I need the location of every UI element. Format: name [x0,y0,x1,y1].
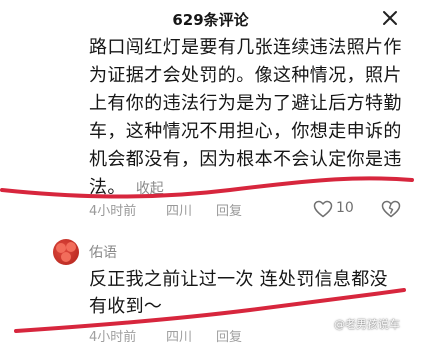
comment-line: 车，这种情况不用担心，你想走申诉的 [89,121,402,142]
comment-line: 机会都没有，因为根本不会认定你是违 [89,149,402,170]
broken-heart-icon [381,200,401,218]
reply-location: 四川 [166,330,193,345]
reply-username[interactable]: 佑语 [89,242,117,262]
reply-reply-button[interactable]: 回复 [216,326,242,345]
reply-button[interactable]: 回复 [216,200,242,219]
dislike-button[interactable] [381,199,401,219]
comment-line: 法。 [89,177,126,198]
comments-count-title: 629条评论 [172,11,249,29]
comment-time: 4小时前 [89,204,137,219]
reply-line: 反正我之前让过一次 连处罚信息都没 [89,269,388,290]
reply-time: 4小时前 [89,330,137,345]
avatar[interactable] [53,239,79,265]
reply-body: 反正我之前让过一次 连处罚信息都没 有收到～ [89,266,409,320]
collapse-link[interactable]: 收起 [136,181,164,197]
watermark: @老男孩说车 [334,318,400,331]
comment-line: 为证据才会处罚的。像这种情况，照片 [89,65,402,86]
comment-meta: 4小时前 四川 回复 10 [89,199,419,219]
comment-body: 路口闯红灯是要有几张连续违法照片作 为证据才会处罚的。像这种情况，照片 上有你的… [89,34,415,203]
comments-header: 629条评论 [0,0,421,36]
comment-line: 上有你的违法行为是为了避让后方特勤 [89,93,402,114]
like-count: 10 [336,200,354,216]
heart-icon [313,200,333,218]
comment-line: 路口闯红灯是要有几张连续违法照片作 [89,37,402,58]
comment-location: 四川 [166,204,193,219]
close-icon[interactable] [380,8,400,28]
reply-line: 有收到～ [89,296,163,317]
